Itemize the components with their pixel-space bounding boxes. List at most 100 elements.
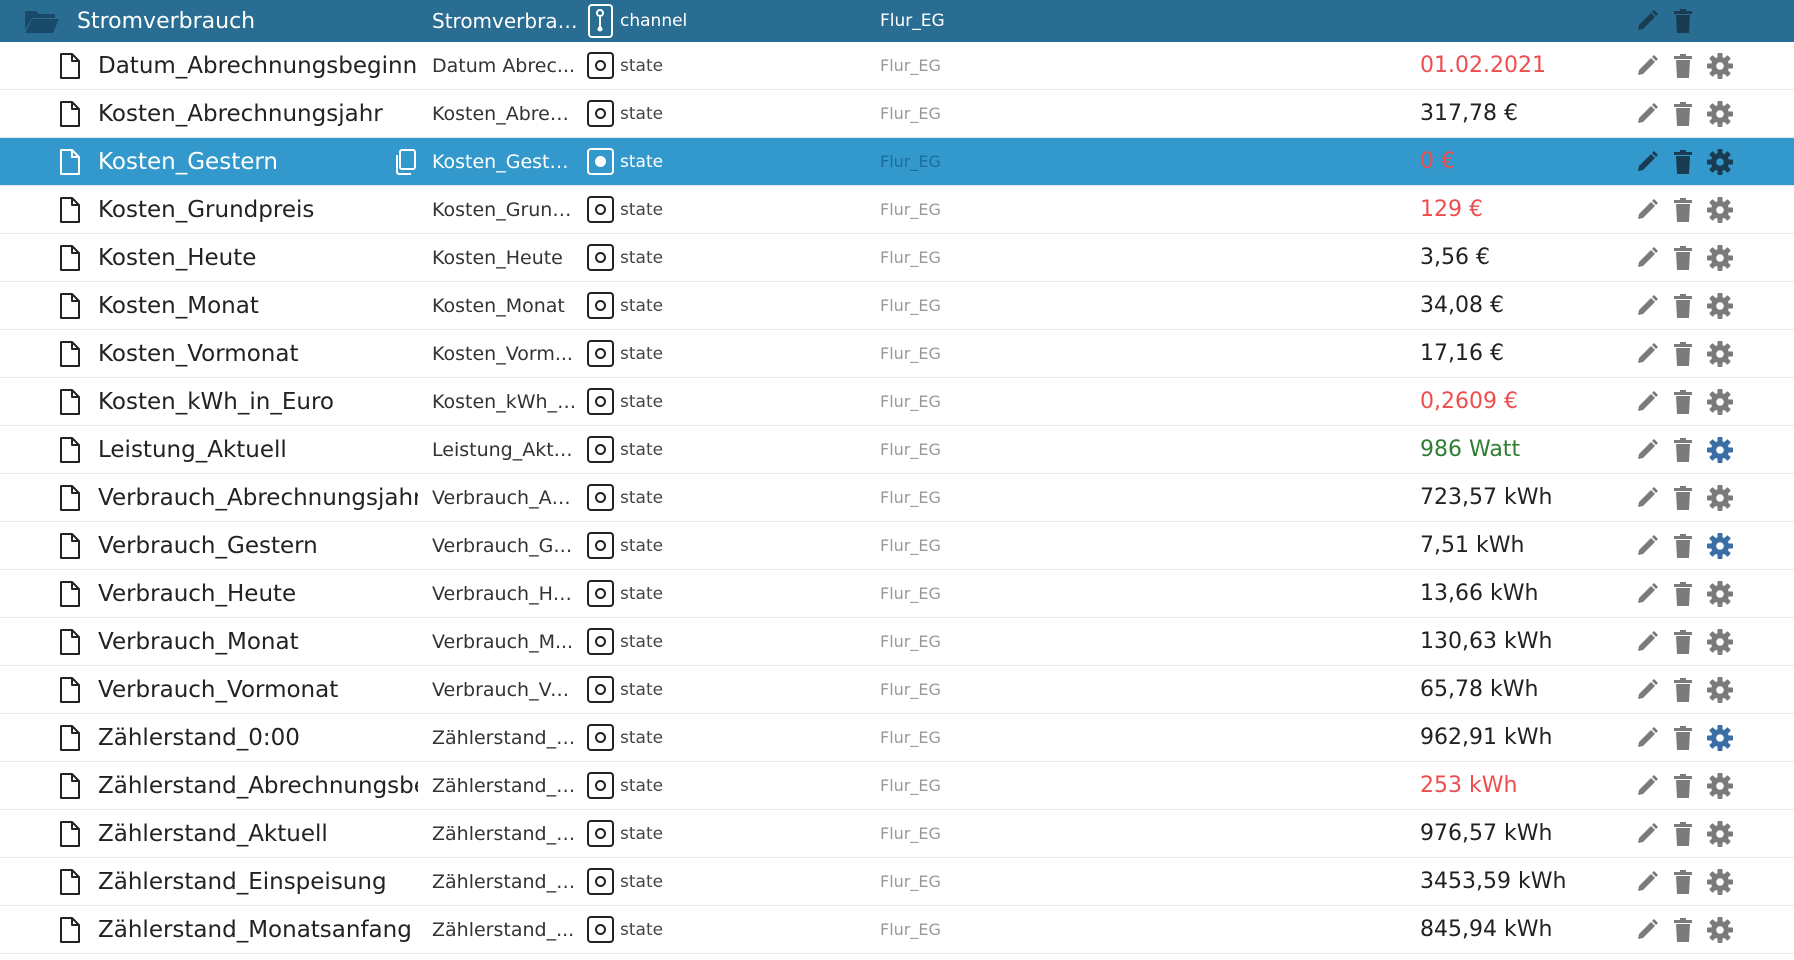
state-row-10[interactable]: Verbrauch_Gestern Verbrauch_Ge... state … bbox=[0, 522, 1794, 570]
trash-icon[interactable] bbox=[1668, 90, 1698, 137]
trash-icon[interactable] bbox=[1668, 618, 1698, 665]
gear-icon[interactable] bbox=[1703, 666, 1737, 713]
gear-icon[interactable] bbox=[1703, 714, 1737, 761]
trash-icon[interactable] bbox=[1668, 138, 1698, 185]
state-row-17[interactable]: Zählerstand_Einspeisung Zählerstand_E...… bbox=[0, 858, 1794, 906]
state-value[interactable]: 34,08 € bbox=[1420, 282, 1620, 329]
trash-icon[interactable] bbox=[1668, 234, 1698, 281]
gear-icon[interactable] bbox=[1703, 618, 1737, 665]
pencil-icon[interactable] bbox=[1632, 666, 1662, 713]
state-row-12[interactable]: Verbrauch_Monat Verbrauch_M... state Flu… bbox=[0, 618, 1794, 666]
state-value[interactable]: 976,57 kWh bbox=[1420, 810, 1620, 857]
pencil-icon[interactable] bbox=[1632, 378, 1662, 425]
gear-icon[interactable] bbox=[1703, 330, 1737, 377]
state-row-1[interactable]: Kosten_Abrechnungsjahr Kosten_Abrec... s… bbox=[0, 90, 1794, 138]
folder-open-icon[interactable] bbox=[22, 0, 62, 42]
pencil-icon[interactable] bbox=[1632, 282, 1662, 329]
pencil-icon[interactable] bbox=[1632, 522, 1662, 569]
trash-icon[interactable] bbox=[1668, 666, 1698, 713]
pencil-icon[interactable] bbox=[1632, 474, 1662, 521]
state-row-0[interactable]: Datum_Abrechnungsbeginn Datum Abrec... s… bbox=[0, 42, 1794, 90]
state-value[interactable]: 253 kWh bbox=[1420, 762, 1620, 809]
trash-icon[interactable] bbox=[1668, 282, 1698, 329]
gear-icon[interactable] bbox=[1703, 186, 1737, 233]
gear-icon[interactable] bbox=[1703, 522, 1737, 569]
pencil-icon[interactable] bbox=[1632, 714, 1662, 761]
state-row-11[interactable]: Verbrauch_Heute Verbrauch_He... state Fl… bbox=[0, 570, 1794, 618]
gear-icon[interactable] bbox=[1703, 378, 1737, 425]
state-value[interactable]: 845,94 kWh bbox=[1420, 906, 1620, 953]
gear-icon[interactable] bbox=[1703, 810, 1737, 857]
gear-icon[interactable] bbox=[1703, 474, 1737, 521]
state-row-15[interactable]: Zählerstand_Abrechnungsbe... Zählerstand… bbox=[0, 762, 1794, 810]
pencil-icon[interactable] bbox=[1632, 42, 1662, 89]
state-row-5[interactable]: Kosten_Monat Kosten_Monat state Flur_EG … bbox=[0, 282, 1794, 330]
pencil-icon[interactable] bbox=[1632, 234, 1662, 281]
gear-icon[interactable] bbox=[1703, 906, 1737, 953]
state-value[interactable]: 986 Watt bbox=[1420, 426, 1620, 473]
gear-icon[interactable] bbox=[1703, 90, 1737, 137]
state-row-3[interactable]: Kosten_Grundpreis Kosten_Grund... state … bbox=[0, 186, 1794, 234]
state-value[interactable]: 7,51 kWh bbox=[1420, 522, 1620, 569]
trash-icon[interactable] bbox=[1668, 186, 1698, 233]
channel-row-stromverbrauch[interactable]: Stromverbrauch Stromverbrauch channel Fl… bbox=[0, 0, 1794, 42]
state-value[interactable]: 65,78 kWh bbox=[1420, 666, 1620, 713]
gear-icon[interactable] bbox=[1703, 42, 1737, 89]
state-row-16[interactable]: Zählerstand_Aktuell Zählerstand_A... sta… bbox=[0, 810, 1794, 858]
pencil-icon[interactable] bbox=[1632, 0, 1662, 42]
pencil-icon[interactable] bbox=[1632, 906, 1662, 953]
state-value[interactable]: 0 € bbox=[1420, 138, 1620, 185]
state-value[interactable]: 17,16 € bbox=[1420, 330, 1620, 377]
trash-icon[interactable] bbox=[1668, 858, 1698, 905]
state-row-2[interactable]: Kosten_Gestern Kosten_Gestern state Flur… bbox=[0, 138, 1794, 186]
trash-icon[interactable] bbox=[1668, 810, 1698, 857]
trash-icon[interactable] bbox=[1668, 522, 1698, 569]
gear-icon[interactable] bbox=[1703, 570, 1737, 617]
pencil-icon[interactable] bbox=[1632, 618, 1662, 665]
copy-icon[interactable] bbox=[390, 138, 420, 185]
state-value[interactable]: 3,56 € bbox=[1420, 234, 1620, 281]
pencil-icon[interactable] bbox=[1632, 330, 1662, 377]
gear-icon[interactable] bbox=[1703, 282, 1737, 329]
state-value[interactable]: 129 € bbox=[1420, 186, 1620, 233]
state-value[interactable]: 3453,59 kWh bbox=[1420, 858, 1620, 905]
trash-icon[interactable] bbox=[1668, 426, 1698, 473]
state-row-14[interactable]: Zählerstand_0:00 Zählerstand_0... state … bbox=[0, 714, 1794, 762]
pencil-icon[interactable] bbox=[1632, 570, 1662, 617]
state-row-4[interactable]: Kosten_Heute Kosten_Heute state Flur_EG … bbox=[0, 234, 1794, 282]
trash-icon[interactable] bbox=[1668, 330, 1698, 377]
trash-icon[interactable] bbox=[1668, 570, 1698, 617]
trash-icon[interactable] bbox=[1668, 0, 1698, 42]
trash-icon[interactable] bbox=[1668, 714, 1698, 761]
pencil-icon[interactable] bbox=[1632, 90, 1662, 137]
trash-icon[interactable] bbox=[1668, 906, 1698, 953]
state-row-9[interactable]: Verbrauch_Abrechnungsjahr Verbrauch_Ab..… bbox=[0, 474, 1794, 522]
pencil-icon[interactable] bbox=[1632, 138, 1662, 185]
state-row-6[interactable]: Kosten_Vormonat Kosten_Vorm... state Flu… bbox=[0, 330, 1794, 378]
state-value[interactable]: 723,57 kWh bbox=[1420, 474, 1620, 521]
trash-icon[interactable] bbox=[1668, 762, 1698, 809]
state-row-7[interactable]: Kosten_kWh_in_Euro Kosten_kWh_i... state… bbox=[0, 378, 1794, 426]
state-value[interactable]: 962,91 kWh bbox=[1420, 714, 1620, 761]
state-row-8[interactable]: Leistung_Aktuell Leistung_Aktu... state … bbox=[0, 426, 1794, 474]
pencil-icon[interactable] bbox=[1632, 426, 1662, 473]
state-value[interactable]: 0,2609 € bbox=[1420, 378, 1620, 425]
gear-icon[interactable] bbox=[1703, 762, 1737, 809]
pencil-icon[interactable] bbox=[1632, 186, 1662, 233]
gear-icon[interactable] bbox=[1703, 858, 1737, 905]
gear-icon[interactable] bbox=[1703, 426, 1737, 473]
pencil-icon[interactable] bbox=[1632, 858, 1662, 905]
pencil-icon[interactable] bbox=[1632, 762, 1662, 809]
state-value[interactable]: 317,78 € bbox=[1420, 90, 1620, 137]
trash-icon[interactable] bbox=[1668, 42, 1698, 89]
state-row-18[interactable]: Zählerstand_Monatsanfang Zählerstand_...… bbox=[0, 906, 1794, 954]
state-value[interactable]: 130,63 kWh bbox=[1420, 618, 1620, 665]
trash-icon[interactable] bbox=[1668, 378, 1698, 425]
pencil-icon[interactable] bbox=[1632, 810, 1662, 857]
gear-icon[interactable] bbox=[1703, 138, 1737, 185]
state-value[interactable]: 13,66 kWh bbox=[1420, 570, 1620, 617]
state-row-13[interactable]: Verbrauch_Vormonat Verbrauch_Vo... state… bbox=[0, 666, 1794, 714]
gear-icon[interactable] bbox=[1703, 234, 1737, 281]
state-value[interactable]: 01.02.2021 bbox=[1420, 42, 1620, 89]
trash-icon[interactable] bbox=[1668, 474, 1698, 521]
